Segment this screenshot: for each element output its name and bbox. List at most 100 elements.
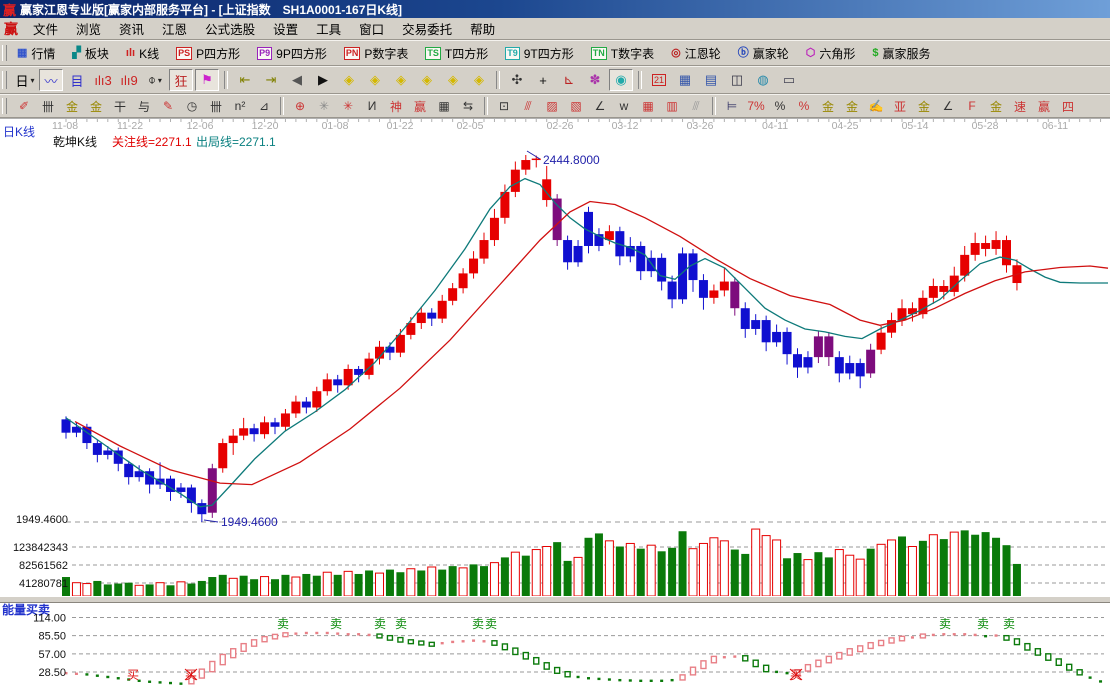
- tool-draw-pct-7[interactable]: 7%: [745, 96, 767, 116]
- candle-style-dropdown-dropdown-arrow[interactable]: ▾: [158, 76, 162, 85]
- toolbar-item-winner-wheel[interactable]: ⓑ 赢家轮: [733, 44, 794, 63]
- tool-draw-gold-circle[interactable]: 金: [817, 96, 839, 116]
- tool-save-disk[interactable]: ◫: [725, 69, 749, 91]
- tool-draw-f-grid[interactable]: 干: [109, 96, 131, 116]
- tool-color-chart[interactable]: ⚑: [195, 69, 219, 91]
- tool-crosshair-tool[interactable]: +: [531, 69, 555, 91]
- tool-draw-pct[interactable]: %: [769, 96, 791, 116]
- menu-4[interactable]: 公式选股: [196, 17, 264, 40]
- tool-draw-box-diag2[interactable]: ▧: [565, 96, 587, 116]
- tool-brain-tool[interactable]: ◉: [609, 69, 633, 91]
- tool-draw-n-quote[interactable]: И: [361, 96, 383, 116]
- tool-draw-pen-2[interactable]: ✎: [157, 96, 179, 116]
- tool-bars-3[interactable]: ılı3: [91, 69, 115, 91]
- tool-draw-brush[interactable]: ✍: [865, 96, 887, 116]
- tool-gann-flower-tool[interactable]: ✽: [583, 69, 607, 91]
- tool-draw-circle-cross[interactable]: ⊕: [289, 96, 311, 116]
- toolbar-item-t-number-table[interactable]: TN T数字表: [586, 44, 659, 63]
- tool-draw-pen[interactable]: ✐: [13, 96, 35, 116]
- tool-hand-tool[interactable]: ✣: [505, 69, 529, 91]
- tool-draw-ying[interactable]: 赢: [409, 96, 431, 116]
- tool-network-globe[interactable]: ◍: [751, 69, 775, 91]
- tool-gann-nav-6[interactable]: ◈: [467, 69, 491, 91]
- menu-3[interactable]: 江恩: [153, 17, 196, 40]
- tool-draw-gold-angle[interactable]: 金: [913, 96, 935, 116]
- toolbar-item-p-number-table[interactable]: PN P数字表: [339, 44, 414, 63]
- title-bar[interactable]: 赢 赢家江恩专业版[赢家内部服务平台] - [上证指数 SH1A0001-167…: [0, 0, 1110, 18]
- tool-draw-star-gray[interactable]: ✳: [313, 96, 335, 116]
- tool-draw-f-angle[interactable]: F: [961, 96, 983, 116]
- tool-draw-y-angle[interactable]: ∠: [937, 96, 959, 116]
- menu-7[interactable]: 窗口: [350, 17, 393, 40]
- tool-draw-ratio[interactable]: ⊨: [721, 96, 743, 116]
- menu-8[interactable]: 交易委托: [393, 17, 461, 40]
- toolbar-grip[interactable]: [2, 98, 7, 114]
- tool-info-panel[interactable]: 目: [65, 69, 89, 91]
- tool-candle-style-dropdown[interactable]: ⌽ ▾: [143, 69, 167, 91]
- tool-gann-nav-4[interactable]: ◈: [415, 69, 439, 91]
- tool-draw-box-axis[interactable]: ⊡: [493, 96, 515, 116]
- tool-calendar-21[interactable]: 21: [647, 69, 671, 91]
- toolbar-grip[interactable]: [2, 70, 7, 90]
- tool-prev-bar[interactable]: ◀: [285, 69, 309, 91]
- panel-splitter[interactable]: [0, 596, 1110, 603]
- period-day-dropdown-dropdown-arrow[interactable]: ▾: [31, 76, 35, 85]
- tool-calculator[interactable]: ▦: [673, 69, 697, 91]
- toolbar-item-p-square[interactable]: PS P四方形: [171, 44, 245, 63]
- menu-2[interactable]: 资讯: [110, 17, 153, 40]
- tool-draw-grid-red[interactable]: ▦: [637, 96, 659, 116]
- tool-draw-rays[interactable]: ⫻: [517, 96, 539, 116]
- tool-bars-9[interactable]: ılı9: [117, 69, 141, 91]
- tool-draw-angle[interactable]: ∠: [589, 96, 611, 116]
- tool-draw-n2[interactable]: n²: [229, 96, 251, 116]
- tool-kuang-tool[interactable]: 狂: [169, 69, 193, 91]
- tool-draw-time-clock[interactable]: ◷: [181, 96, 203, 116]
- tool-gann-nav-5[interactable]: ◈: [441, 69, 465, 91]
- tool-draw-five[interactable]: 与: [133, 96, 155, 116]
- tool-draw-ya[interactable]: 亚: [889, 96, 911, 116]
- tool-next-bar[interactable]: ▶: [311, 69, 335, 91]
- toolbar-item-quotes[interactable]: ▦ 行情: [12, 44, 60, 63]
- tool-draw-span[interactable]: ⇆: [457, 96, 479, 116]
- tool-draw-gold-fan[interactable]: 金: [985, 96, 1007, 116]
- menu-0[interactable]: 文件: [24, 17, 67, 40]
- menu-5[interactable]: 设置: [264, 17, 307, 40]
- tool-draw-four-line[interactable]: 四: [1057, 96, 1079, 116]
- tool-period-day-dropdown[interactable]: 日 ▾: [13, 69, 37, 91]
- tool-wave-chart[interactable]: 〰: [39, 69, 63, 91]
- tool-draw-gold-1[interactable]: 金: [61, 96, 83, 116]
- tool-draw-grid-red2[interactable]: ▥: [661, 96, 683, 116]
- tool-draw-angle-flag[interactable]: ⊿: [253, 96, 275, 116]
- tool-draw-gold-line[interactable]: 金: [841, 96, 863, 116]
- chart-area[interactable]: 11-08 11-22 12-06 12-20 01-08 01-22 02-05 02-26…: [0, 118, 1110, 692]
- toolbar-grip[interactable]: [2, 44, 7, 62]
- tool-gann-nav-3[interactable]: ◈: [389, 69, 413, 91]
- tool-draw-gold-2[interactable]: 金: [85, 96, 107, 116]
- toolbar-item-gann-wheel[interactable]: ◎ 江恩轮: [666, 44, 726, 63]
- tool-draw-parallel[interactable]: ⫻: [685, 96, 707, 116]
- tool-draw-shen[interactable]: 神: [385, 96, 407, 116]
- menu-6[interactable]: 工具: [307, 17, 350, 40]
- tool-draw-grid-lines[interactable]: 卌: [37, 96, 59, 116]
- toolbar-item-9t-square[interactable]: T9 9T四方形: [500, 44, 579, 63]
- tool-draw-grid-123[interactable]: ▦: [433, 96, 455, 116]
- toolbar-item-9p-square[interactable]: P9 9P四方形: [252, 44, 332, 63]
- tool-notepad[interactable]: ▤: [699, 69, 723, 91]
- menu-1[interactable]: 浏览: [67, 17, 110, 40]
- tool-draw-star-red[interactable]: ✳: [337, 96, 359, 116]
- tool-draw-box-diag[interactable]: ▨: [541, 96, 563, 116]
- toolbar-item-t-square[interactable]: TS T四方形: [420, 44, 493, 63]
- tool-printer[interactable]: ▭: [777, 69, 801, 91]
- toolbar-item-kline[interactable]: ılı K线: [121, 44, 164, 63]
- menu-9[interactable]: 帮助: [461, 17, 504, 40]
- tool-draw-pct-red[interactable]: %: [793, 96, 815, 116]
- tool-angle-tool[interactable]: ⊾: [557, 69, 581, 91]
- tool-draw-grid-2[interactable]: 卌: [205, 96, 227, 116]
- tool-draw-ying-line[interactable]: 赢: [1033, 96, 1055, 116]
- tool-draw-zigzag[interactable]: w: [613, 96, 635, 116]
- tool-last-bar[interactable]: ⇥: [259, 69, 283, 91]
- toolbar-item-hexagon[interactable]: ⬡ 六角形: [801, 44, 861, 63]
- toolbar-item-sectors[interactable]: ▞ 板块: [67, 44, 113, 63]
- tool-gann-nav-1[interactable]: ◈: [337, 69, 361, 91]
- toolbar-item-winner-service[interactable]: $ 赢家服务: [867, 44, 935, 63]
